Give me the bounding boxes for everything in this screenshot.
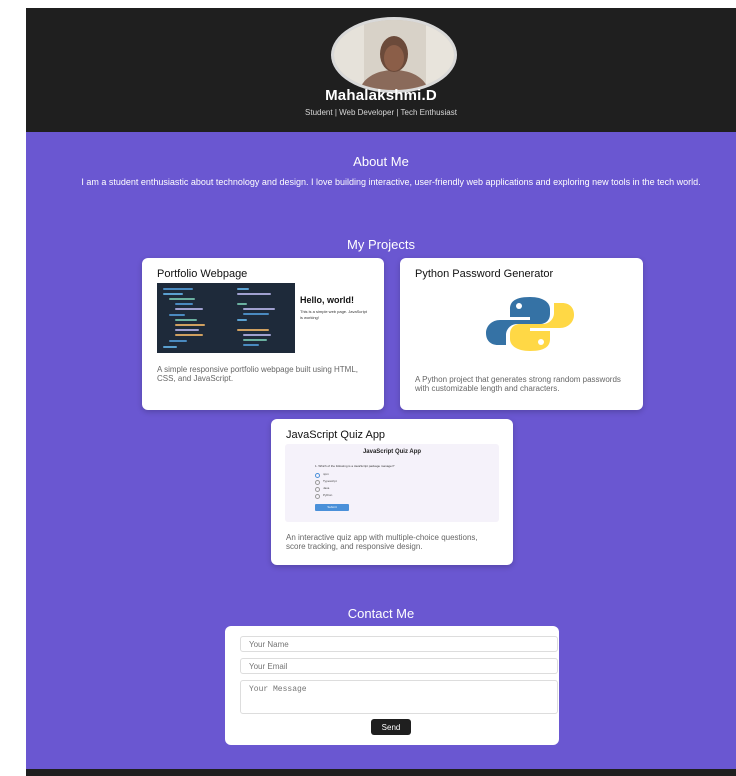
code-editor-preview	[157, 283, 295, 353]
send-button[interactable]: Send	[371, 719, 411, 735]
quiz-preview-question: 1. Which of the following is a JavaScrip…	[315, 464, 395, 468]
project-title: Portfolio Webpage	[157, 268, 248, 280]
project-description: A simple responsive portfolio webpage bu…	[157, 365, 358, 383]
project-title: Python Password Generator	[415, 268, 554, 280]
profile-tagline: Student | Web Developer | Tech Enthusias…	[305, 108, 457, 117]
radio-icon	[315, 487, 320, 492]
quiz-preview-submit: Submit	[315, 504, 349, 511]
message-textarea[interactable]	[240, 680, 558, 714]
contact-title: Contact Me	[347, 606, 415, 621]
project-description: A Python project that generates strong r…	[415, 375, 621, 393]
portfolio-page: Mahalakshmi.D Student | Web Developer | …	[26, 8, 736, 776]
profile-avatar	[331, 17, 457, 93]
name-input[interactable]	[240, 636, 558, 652]
contact-form: Send	[225, 626, 559, 745]
profile-photo	[334, 20, 454, 90]
page-footer	[26, 769, 736, 776]
quiz-preview-heading: JavaScript Quiz App	[362, 449, 422, 455]
radio-icon	[315, 480, 320, 485]
project-title: JavaScript Quiz App	[286, 429, 386, 441]
profile-name: Mahalakshmi.D	[325, 87, 437, 104]
profile-header: Mahalakshmi.D Student | Web Developer | …	[26, 8, 736, 132]
email-input[interactable]	[240, 658, 558, 674]
project-card-password-generator[interactable]: Python Password Generator A Python proje…	[400, 258, 643, 410]
radio-icon	[315, 494, 320, 499]
about-text: I am a student enthusiastic about techno…	[81, 177, 701, 187]
preview-text: This is a simple web page. JavaScript is…	[300, 309, 367, 320]
projects-title: My Projects	[347, 237, 415, 252]
project-card-quiz-app[interactable]: JavaScript Quiz App JavaScript Quiz App …	[271, 419, 513, 565]
quiz-app-screenshot: JavaScript Quiz App 1. Which of the foll…	[285, 444, 499, 522]
portfolio-screenshot: Hello, world! This is a simple web page.…	[157, 283, 369, 353]
about-title: About Me	[353, 154, 409, 169]
preview-heading: Hello, world!	[300, 295, 354, 305]
project-description: An interactive quiz app with multiple-ch…	[286, 533, 478, 551]
project-card-portfolio[interactable]: Portfolio Webpage Hello, world! This is …	[142, 258, 384, 410]
radio-icon	[315, 473, 320, 478]
python-logo-icon	[480, 293, 580, 355]
